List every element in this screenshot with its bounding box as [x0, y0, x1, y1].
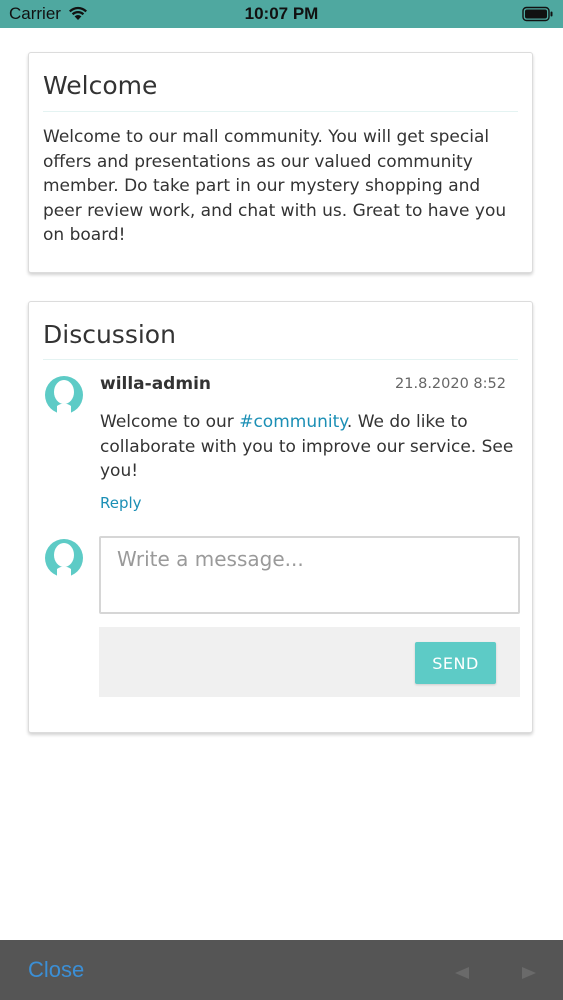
current-user-avatar — [44, 538, 84, 578]
message-input[interactable] — [99, 536, 520, 614]
status-time: 10:07 PM — [244, 4, 319, 23]
bottom-toolbar: Close — [0, 940, 563, 1000]
welcome-title: Welcome — [43, 71, 158, 100]
forward-arrow-icon[interactable] — [522, 964, 536, 983]
user-avatar-icon — [45, 376, 83, 415]
send-button[interactable]: SEND — [415, 642, 496, 684]
discussion-title: Discussion — [43, 320, 176, 349]
author-avatar[interactable] — [44, 375, 84, 415]
discussion-divider — [43, 359, 518, 360]
post-timestamp: 21.8.2020 8:52 — [395, 376, 506, 392]
battery-icon — [522, 6, 554, 27]
post-text: Welcome to our #community. We do like to… — [100, 410, 520, 484]
reply-link[interactable]: Reply — [100, 494, 142, 512]
welcome-text: Welcome to our mall community. You will … — [43, 127, 507, 245]
status-bar: Carrier 10:07 PM — [0, 0, 563, 28]
post-author[interactable]: willa-admin — [100, 374, 211, 394]
discussion-card: Discussion willa-admin 21.8.2020 8:52 We… — [28, 301, 533, 733]
welcome-divider — [43, 111, 518, 112]
post-text-start: Welcome to our — [100, 412, 240, 432]
welcome-card: Welcome Welcome to our mall community. Y… — [28, 52, 533, 273]
close-button[interactable]: Close — [28, 957, 84, 983]
user-avatar-icon — [45, 539, 83, 578]
back-arrow-icon[interactable] — [455, 964, 469, 983]
hashtag-link[interactable]: #community — [239, 412, 347, 432]
composer-bar: SEND — [99, 627, 520, 697]
